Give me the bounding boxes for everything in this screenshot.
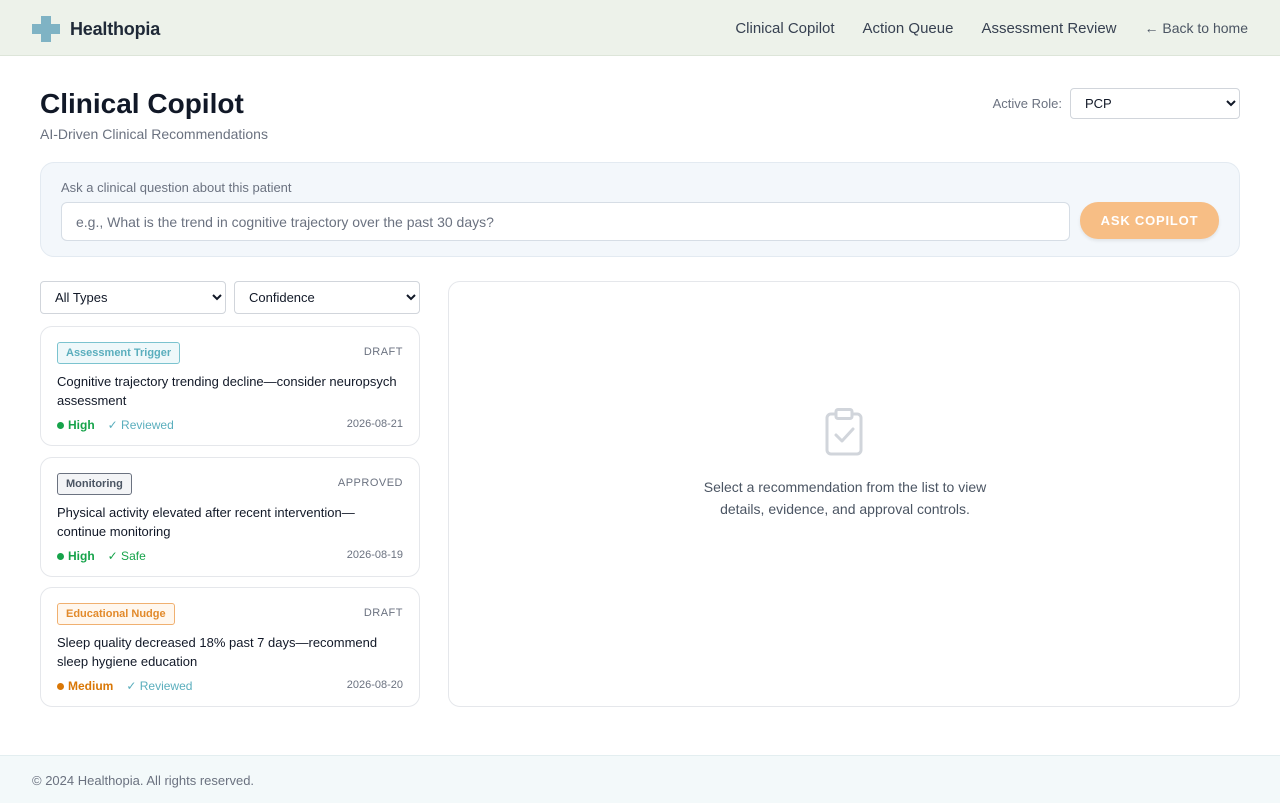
- review-flag: ✓ Reviewed: [107, 418, 174, 432]
- recommendation-status: DRAFT: [363, 346, 403, 358]
- review-flag: ✓ Reviewed: [126, 679, 193, 693]
- top-nav-bar: Healthopia Clinical Copilot Action Queue…: [0, 0, 1280, 56]
- safety-flag: ✓ Safe: [107, 549, 146, 563]
- recommendation-card[interactable]: Monitoring APPROVED Physical activity el…: [40, 457, 420, 577]
- confidence-level: High: [68, 418, 95, 432]
- recommendation-date: 2026-08-19: [346, 549, 403, 561]
- brand-name: Healthopia: [70, 18, 161, 39]
- confidence-level: High: [68, 549, 95, 563]
- recommendation-detail-panel: Select a recommendation from the list to…: [448, 281, 1240, 707]
- recommendation-date: 2026-08-20: [346, 679, 403, 691]
- page-title: Clinical Copilot: [40, 88, 244, 119]
- recommendation-meta: Medium ✓ Reviewed: [57, 679, 192, 693]
- healthopia-cross-icon: [32, 16, 60, 42]
- nav-action-queue[interactable]: Action Queue: [863, 20, 954, 37]
- recommendation-title: Cognitive trajectory trending decline—co…: [57, 374, 397, 408]
- page-subtitle: AI-Driven Clinical Recommendations: [40, 126, 268, 142]
- ask-copilot-panel: Ask a clinical question about this patie…: [40, 162, 1240, 257]
- clinical-question-input[interactable]: [61, 202, 1070, 241]
- back-to-home-link[interactable]: ← Back to home: [1145, 20, 1249, 36]
- active-role-select[interactable]: PCP: [1070, 88, 1240, 119]
- confidence-filter-select[interactable]: Confidence: [234, 281, 420, 314]
- recommendation-status: APPROVED: [337, 477, 403, 489]
- page-footer: © 2024 Healthopia. All rights reserved.: [0, 755, 1280, 803]
- nav-assessment-review[interactable]: Assessment Review: [981, 20, 1116, 37]
- type-filter-select[interactable]: All Types: [40, 281, 226, 314]
- ask-question-label: Ask a clinical question about this patie…: [61, 180, 292, 195]
- recommendation-meta: High ✓ Safe: [57, 549, 146, 563]
- confidence-dot-icon: [57, 552, 64, 560]
- ask-copilot-button[interactable]: ASK COPILOT: [1080, 202, 1219, 239]
- footer-copyright: © 2024 Healthopia. All rights reserved.: [32, 773, 255, 788]
- recommendation-card[interactable]: Assessment Trigger DRAFT Cognitive traje…: [40, 326, 420, 446]
- recommendation-meta: High ✓ Reviewed: [57, 418, 174, 432]
- recommendation-type-tag: Monitoring: [57, 473, 132, 495]
- clipboard-check-icon: [825, 408, 863, 456]
- recommendation-type-tag: Assessment Trigger: [57, 342, 181, 364]
- active-role-label: Active Role:: [992, 96, 1062, 111]
- confidence-level: Medium: [68, 679, 114, 693]
- active-role-control: Active Role: PCP: [993, 88, 1240, 119]
- brand-logo[interactable]: Healthopia: [32, 16, 160, 42]
- empty-state-text: Select a recommendation from the list to…: [703, 479, 987, 517]
- confidence-dot-icon: [57, 421, 64, 429]
- recommendation-type-tag: Educational Nudge: [57, 603, 175, 625]
- recommendation-date: 2026-08-21: [346, 418, 403, 430]
- recommendation-card[interactable]: Educational Nudge DRAFT Sleep quality de…: [40, 587, 420, 707]
- confidence-dot-icon: [57, 682, 64, 690]
- recommendation-title: Physical activity elevated after recent …: [57, 505, 355, 539]
- main-nav: Clinical Copilot Action Queue Assessment…: [707, 0, 1248, 56]
- nav-clinical-copilot[interactable]: Clinical Copilot: [735, 20, 834, 37]
- recommendation-status: DRAFT: [363, 607, 403, 619]
- recommendation-title: Sleep quality decreased 18% past 7 days—…: [57, 635, 378, 669]
